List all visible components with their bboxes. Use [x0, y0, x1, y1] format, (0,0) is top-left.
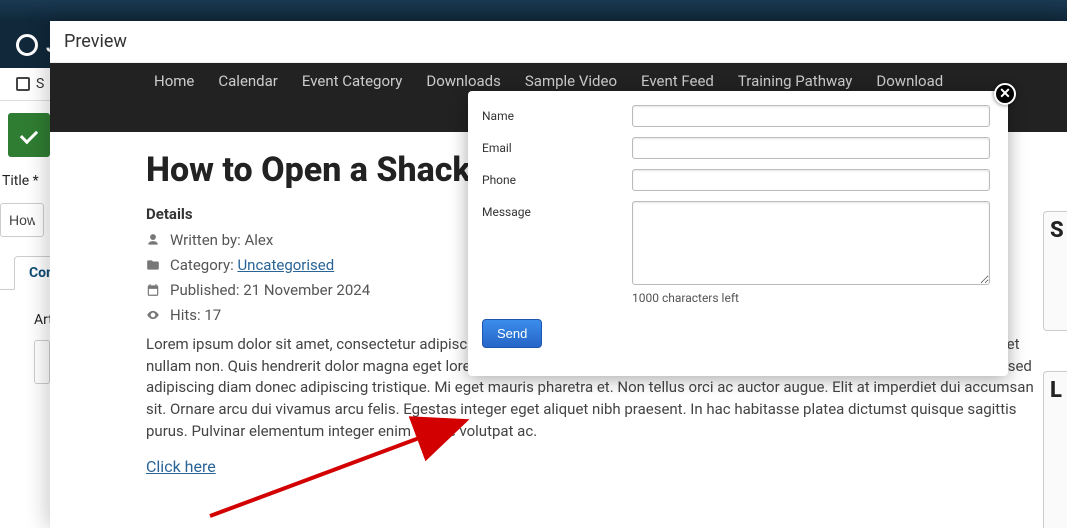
input-phone[interactable]: [632, 169, 990, 191]
admin-topbar: [0, 0, 1067, 21]
title-input[interactable]: [0, 203, 44, 237]
char-count: 1000 characters left: [632, 291, 990, 305]
author-label: Written by:: [170, 231, 244, 249]
hits-value: 17: [204, 306, 221, 324]
row-email: Email: [482, 137, 990, 159]
nav-event-feed[interactable]: Event Feed: [641, 72, 714, 90]
input-email[interactable]: [632, 137, 990, 159]
label-name: Name: [482, 105, 632, 123]
apply-button[interactable]: [8, 113, 50, 157]
input-name[interactable]: [632, 105, 990, 127]
user-icon: [146, 233, 160, 247]
right-sidebar-1-letter: S: [1044, 212, 1067, 243]
nav-home[interactable]: Home: [154, 72, 194, 90]
preview-title: Preview: [64, 31, 127, 52]
right-sidebar-2-letter: L: [1044, 372, 1067, 403]
preview-header: Preview: [50, 21, 1067, 63]
editor-box[interactable]: [34, 340, 50, 384]
input-message[interactable]: [632, 201, 990, 285]
close-icon: ✕: [999, 86, 1011, 102]
save-icon: [16, 77, 30, 91]
author-value: Alex: [244, 231, 273, 249]
label-phone: Phone: [482, 169, 632, 187]
click-here-link[interactable]: Click here: [146, 457, 216, 476]
category-link[interactable]: Uncategorised: [237, 256, 334, 274]
row-name: Name: [482, 105, 990, 127]
joomla-icon: [16, 34, 38, 56]
nav-calendar[interactable]: Calendar: [218, 72, 278, 90]
calendar-icon: [146, 283, 160, 297]
right-sidebar-box-2: L: [1043, 371, 1067, 528]
eye-icon: [146, 308, 160, 322]
folder-icon: [146, 258, 160, 272]
label-message: Message: [482, 201, 632, 219]
close-button[interactable]: ✕: [994, 83, 1016, 105]
published-value: 21 November 2024: [243, 281, 370, 299]
hits-label: Hits:: [170, 306, 204, 324]
contact-popup: ✕ Name Email Phone Message 1000 characte…: [468, 91, 1008, 376]
row-phone: Phone: [482, 169, 990, 191]
row-message: Message: [482, 201, 990, 285]
label-email: Email: [482, 137, 632, 155]
nav-training-pathway[interactable]: Training Pathway: [738, 72, 853, 90]
category-label: Category:: [170, 256, 237, 274]
nav-event-category[interactable]: Event Category: [302, 72, 402, 90]
right-sidebar-box-1: S: [1043, 211, 1067, 331]
send-button[interactable]: Send: [482, 319, 542, 348]
nav-sample-video[interactable]: Sample Video: [525, 72, 617, 90]
check-icon: [20, 126, 38, 144]
nav-download[interactable]: Download: [876, 72, 943, 90]
save-button-fragment[interactable]: S: [36, 76, 44, 92]
published-label: Published:: [170, 281, 243, 299]
nav-downloads[interactable]: Downloads: [426, 72, 501, 90]
